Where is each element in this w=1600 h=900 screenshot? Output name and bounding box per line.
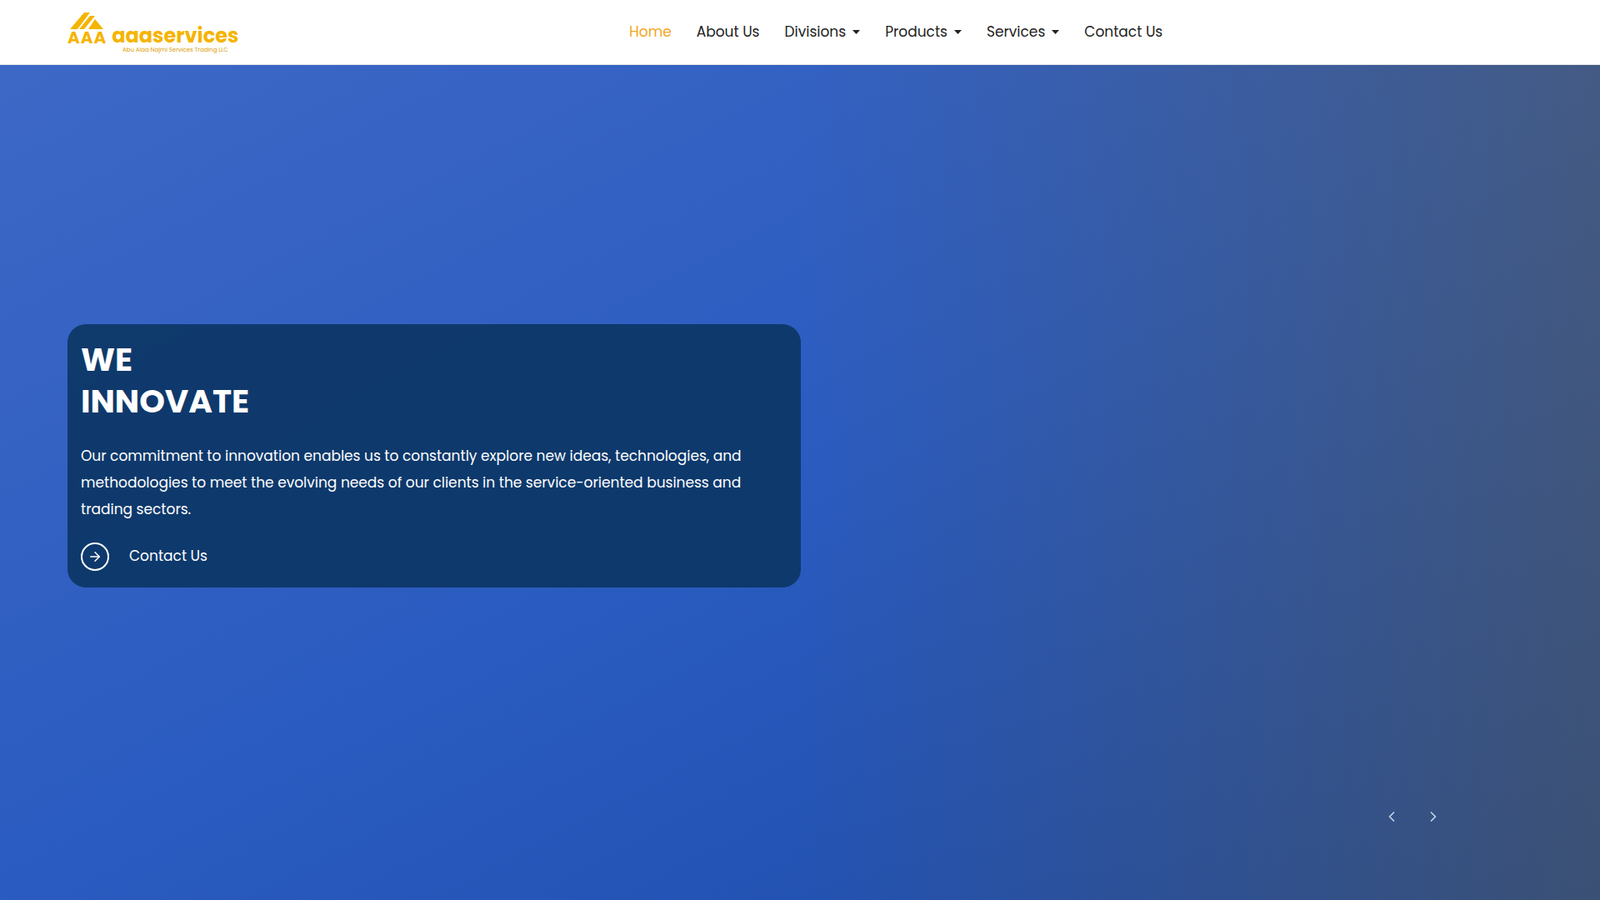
nav-item[interactable]: Services [986,21,1060,44]
logo-mark: AAA [67,29,107,46]
hero-slider: WEINNOVATE Our commitment to innovation e… [0,65,1600,900]
nav-item[interactable]: Home [629,21,672,44]
hero-heading: WEINNOVATE [80,339,788,423]
logo-name: aaaservices [111,25,239,46]
next-slide-button[interactable] [1423,806,1444,827]
chevron-right-icon [1425,808,1442,825]
nav-item[interactable]: Contact Us [1084,21,1163,44]
contact-button[interactable]: Contact Us [80,542,788,571]
nav-item[interactable]: Products [885,21,962,44]
logo-roof-icon [67,10,106,30]
chevron-left-icon [1383,808,1400,825]
caret-down-icon [1051,30,1060,35]
nav-item[interactable]: About Us [696,21,760,44]
prev-slide-button[interactable] [1381,806,1402,827]
arrow-right-icon [87,549,103,565]
nav-item[interactable]: Divisions [785,21,861,44]
page: AAAaaaservicesAbu Alaa Najmi Services Tr… [0,0,1600,900]
logo[interactable]: AAAaaaservicesAbu Alaa Najmi Services Tr… [67,10,251,54]
caret-down-icon [852,30,860,35]
caret-down-icon [954,30,962,35]
main-nav: Home About Us Divisions Products Services Con… [629,21,1163,44]
site-header: AAAaaaservicesAbu Alaa Najmi Services Tr… [0,0,1600,65]
hero-text: Our commitment to innovation enables us … [80,442,788,523]
hero-card: WEINNOVATE Our commitment to innovation e… [67,324,801,588]
logo-tagline: Abu Alaa Najmi Services Trading LLC [67,45,251,54]
